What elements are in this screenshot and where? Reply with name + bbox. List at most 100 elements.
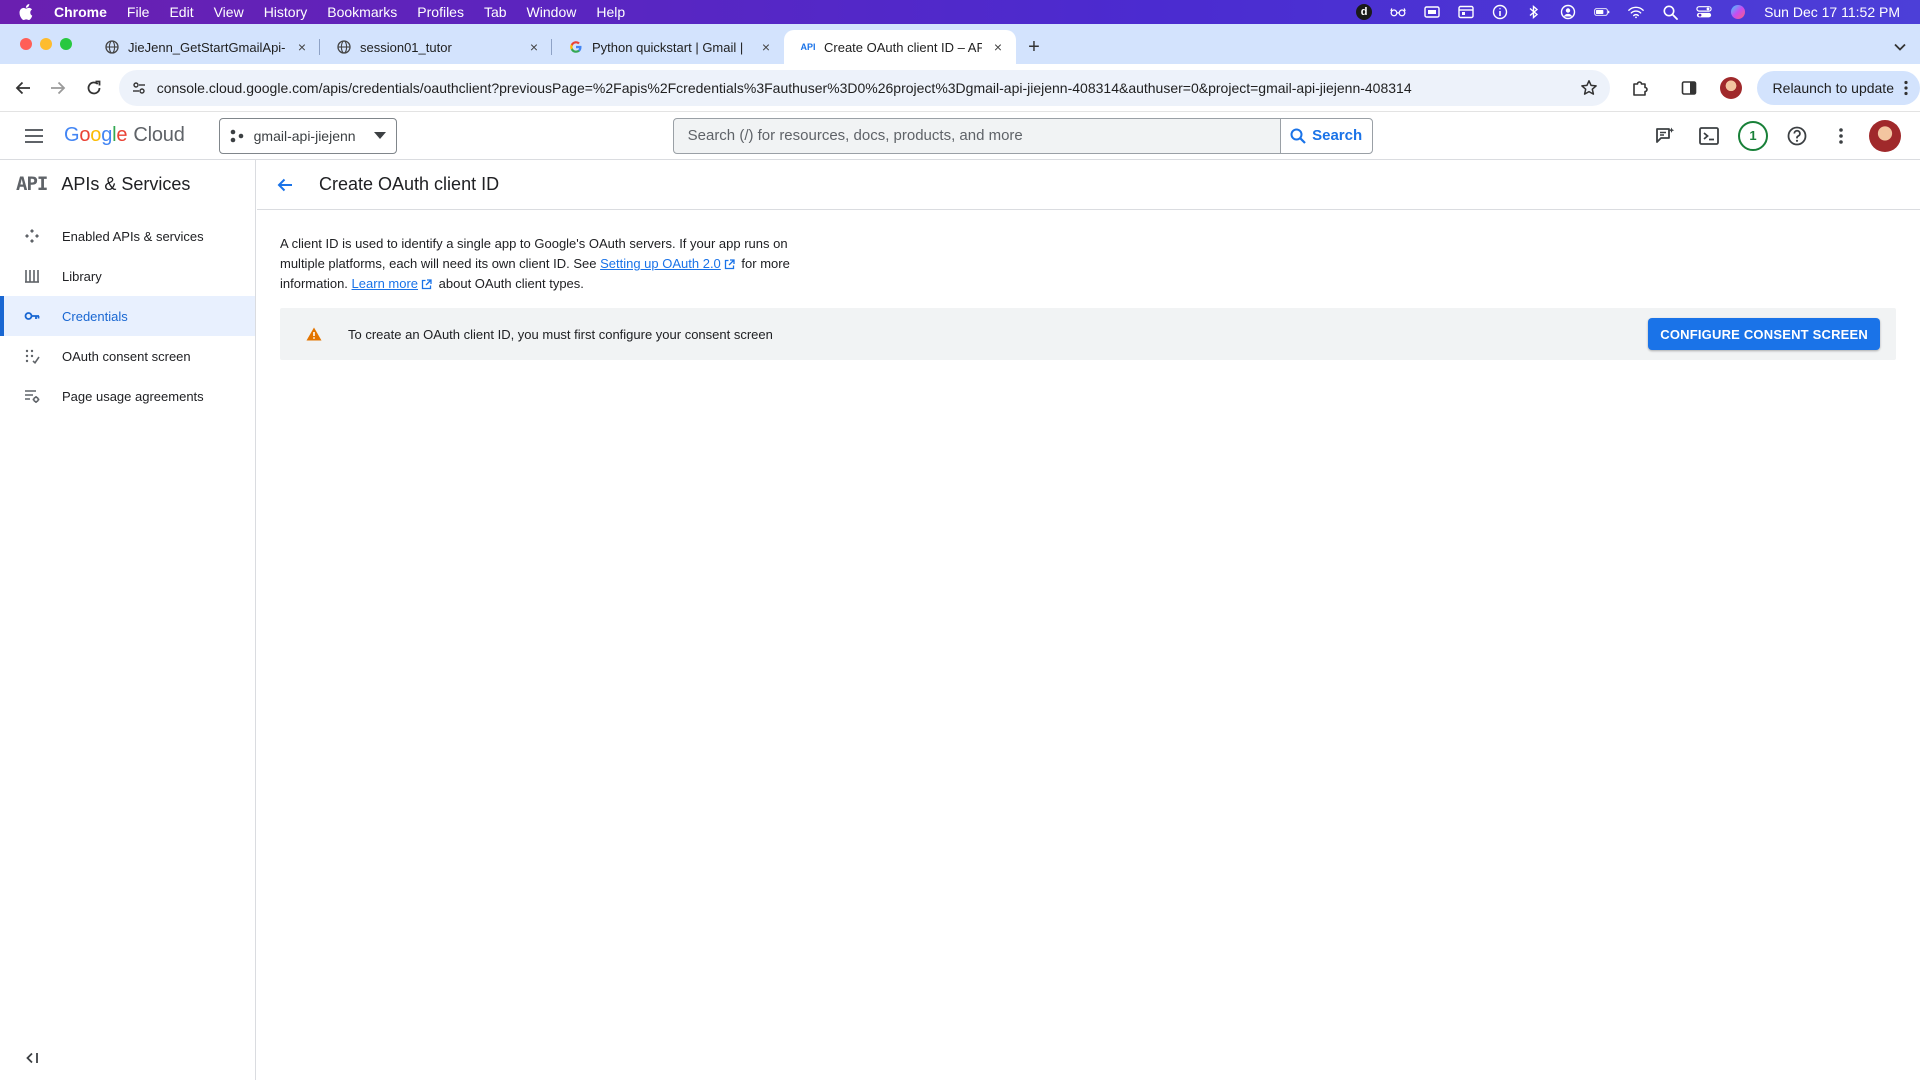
- configure-consent-screen-button[interactable]: CONFIGURE CONSENT SCREEN: [1648, 318, 1880, 350]
- tab-title: session01_tutor: [360, 39, 452, 55]
- bluetooth-icon[interactable]: [1526, 4, 1542, 20]
- notifications-badge[interactable]: 1: [1736, 119, 1770, 153]
- close-tab-icon[interactable]: ×: [294, 39, 310, 55]
- more-vert-icon[interactable]: [1824, 119, 1858, 153]
- profile-avatar[interactable]: [1713, 70, 1749, 106]
- sidebar-item-enabled-apis[interactable]: Enabled APIs & services: [0, 216, 255, 256]
- sidebar-item-label: Credentials: [62, 308, 128, 324]
- hamburger-menu-icon[interactable]: [10, 112, 58, 160]
- api-icon: API: [800, 42, 816, 52]
- search-button[interactable]: Search: [1279, 118, 1372, 153]
- globe-icon: [336, 39, 352, 55]
- spotlight-search-icon[interactable]: [1662, 4, 1678, 20]
- sidebar-title: APIs & Services: [61, 173, 191, 194]
- site-info-icon[interactable]: [131, 80, 147, 96]
- learn-more-link[interactable]: Learn more: [352, 276, 418, 291]
- side-panel-icon[interactable]: [1671, 70, 1707, 106]
- new-tab-button[interactable]: +: [1016, 30, 1052, 64]
- account-avatar[interactable]: [1868, 119, 1902, 153]
- minimize-window-button[interactable]: [40, 38, 52, 50]
- setting-up-oauth-link[interactable]: Setting up OAuth 2.0: [600, 256, 721, 271]
- google-g-icon: [568, 39, 584, 55]
- collapse-sidebar-icon[interactable]: [22, 1048, 42, 1068]
- google-cloud-logo[interactable]: Google Cloud: [64, 124, 185, 147]
- d-app-icon[interactable]: d: [1356, 4, 1373, 20]
- menu-app-name[interactable]: Chrome: [52, 4, 117, 20]
- menu-file[interactable]: File: [117, 4, 160, 20]
- tab-search-chevron-icon[interactable]: [1880, 30, 1920, 64]
- control-center-icon[interactable]: [1696, 4, 1712, 20]
- sidebar-item-label: OAuth consent screen: [62, 348, 191, 364]
- external-link-icon: [724, 259, 735, 270]
- search-input[interactable]: [673, 118, 1280, 153]
- cloud-console-header: Google Cloud gmail-api-jiejenn Search 1: [0, 112, 1920, 160]
- sidebar-header: API APIs & Services: [0, 160, 255, 208]
- tab-jiejenn-github[interactable]: JieJenn_GetStartGmailApi-Py ×: [88, 30, 320, 64]
- sidebar-item-label: Enabled APIs & services: [62, 228, 204, 244]
- consent-warning-banner: To create an OAuth client ID, you must f…: [280, 308, 1896, 360]
- library-icon: [24, 268, 40, 284]
- help-icon[interactable]: [1780, 119, 1814, 153]
- battery-icon[interactable]: [1594, 4, 1610, 20]
- tab-python-quickstart[interactable]: Python quickstart | Gmail | ×: [552, 30, 784, 64]
- window-controls: [0, 24, 88, 64]
- calendar-icon[interactable]: [1458, 4, 1474, 20]
- tab-title: Create OAuth client ID – APIs: [824, 39, 982, 55]
- menu-history[interactable]: History: [254, 4, 318, 20]
- logo-cloud: Cloud: [133, 124, 185, 146]
- reload-icon[interactable]: [77, 71, 111, 105]
- close-tab-icon[interactable]: ×: [990, 39, 1006, 55]
- menu-bookmarks[interactable]: Bookmarks: [317, 4, 407, 20]
- back-arrow-icon[interactable]: [267, 167, 303, 203]
- macos-menubar: Chrome File Edit View History Bookmarks …: [0, 0, 1920, 24]
- cloud-shell-terminal-icon[interactable]: [1692, 119, 1726, 153]
- page-title-bar: Create OAuth client ID: [257, 160, 1920, 210]
- close-window-button[interactable]: [20, 38, 32, 50]
- browser-toolbar: console.cloud.google.com/apis/credential…: [0, 64, 1920, 112]
- header-actions: 1: [1648, 119, 1920, 153]
- menubar-clock[interactable]: Sun Dec 17 11:52 PM: [1764, 4, 1900, 20]
- sidebar-item-credentials[interactable]: Credentials: [0, 296, 255, 336]
- menu-tab[interactable]: Tab: [474, 4, 517, 20]
- menu-window[interactable]: Window: [517, 4, 587, 20]
- menu-view[interactable]: View: [204, 4, 254, 20]
- tab-create-oauth-client[interactable]: API Create OAuth client ID – APIs ×: [784, 30, 1016, 64]
- notification-count: 1: [1738, 120, 1768, 151]
- globe-icon: [104, 39, 120, 55]
- glasses-icon[interactable]: [1390, 4, 1406, 20]
- tab-session01-tutor[interactable]: session01_tutor ×: [320, 30, 552, 64]
- api-logo-icon: API: [16, 173, 48, 195]
- project-picker[interactable]: gmail-api-jiejenn: [218, 117, 397, 154]
- url-text[interactable]: console.cloud.google.com/apis/credential…: [157, 80, 1580, 96]
- close-tab-icon[interactable]: ×: [758, 39, 774, 55]
- enabled-apis-icon: [24, 228, 40, 244]
- menu-help[interactable]: Help: [586, 4, 635, 20]
- screen-mirror-icon[interactable]: [1424, 4, 1440, 20]
- zoom-window-button[interactable]: [60, 38, 72, 50]
- bookmark-star-icon[interactable]: [1580, 79, 1598, 97]
- forward-arrow-icon[interactable]: [42, 71, 76, 105]
- info-circle-icon[interactable]: [1492, 4, 1508, 20]
- menu-profiles[interactable]: Profiles: [407, 4, 474, 20]
- close-tab-icon[interactable]: ×: [526, 39, 542, 55]
- extensions-puzzle-icon[interactable]: [1622, 70, 1658, 106]
- desc-text-3: about OAuth client types.: [435, 276, 584, 291]
- sidebar-item-oauth-consent[interactable]: OAuth consent screen: [0, 336, 255, 376]
- back-arrow-icon[interactable]: [6, 71, 40, 105]
- gemini-chat-icon[interactable]: [1648, 119, 1682, 153]
- wifi-icon[interactable]: [1628, 4, 1644, 20]
- address-bar[interactable]: console.cloud.google.com/apis/credential…: [118, 69, 1610, 106]
- user-circle-icon[interactable]: [1560, 4, 1576, 20]
- siri-icon[interactable]: [1730, 4, 1746, 20]
- main-content: Create OAuth client ID A client ID is us…: [257, 160, 1920, 1080]
- sidebar-item-library[interactable]: Library: [0, 256, 255, 296]
- more-vert-icon: [1904, 80, 1908, 96]
- apple-icon[interactable]: [0, 4, 52, 20]
- search-icon: [1290, 128, 1306, 144]
- dropdown-arrow-icon: [373, 132, 386, 139]
- menu-edit[interactable]: Edit: [159, 4, 203, 20]
- menubar-status-area: d Sun Dec 17 11:52 PM: [1356, 4, 1920, 20]
- tab-strip: JieJenn_GetStartGmailApi-Py × session01_…: [0, 24, 1920, 64]
- sidebar-item-page-usage[interactable]: Page usage agreements: [0, 376, 255, 416]
- relaunch-to-update-button[interactable]: Relaunch to update: [1756, 70, 1920, 105]
